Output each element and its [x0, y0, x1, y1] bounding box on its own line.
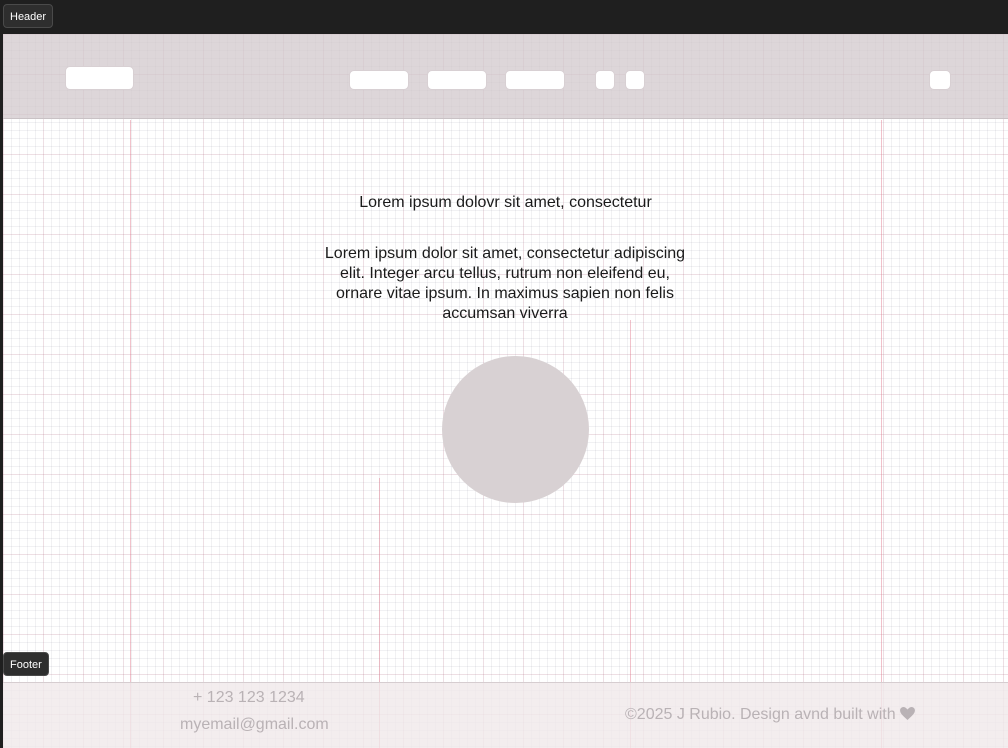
grid-column-line — [881, 120, 882, 748]
footer-section-label: Footer — [3, 652, 49, 676]
copyright-text: ©2025 J Rubio. Design avnd built with — [625, 706, 896, 723]
footer-copyright: ©2025 J Rubio. Design avnd built with — [625, 706, 915, 725]
header-section-label: Header — [3, 4, 54, 28]
grid-column-line — [130, 120, 131, 748]
heart-icon — [900, 707, 915, 725]
hero-title: Lorem ipsum dolovr sit amet, consectetur — [359, 194, 652, 211]
footer-email[interactable]: myemail@gmail.com — [180, 716, 329, 734]
footer-phone[interactable]: + 123 123 1234 — [193, 689, 305, 707]
social-icon-button[interactable] — [595, 70, 615, 90]
nav-link-1[interactable] — [349, 70, 409, 90]
site-footer: + 123 123 1234 myemail@gmail.com ©2025 J… — [3, 682, 1008, 748]
nav-link-3[interactable] — [505, 70, 565, 90]
social-icon-button[interactable] — [625, 70, 645, 90]
site-header — [3, 34, 1008, 119]
hero-paragraph: Lorem ipsum dolor sit amet, consectetur … — [324, 245, 686, 322]
logo-placeholder[interactable] — [65, 66, 134, 90]
avatar-placeholder — [442, 356, 589, 503]
page-canvas: Lorem ipsum dolovr sit amet, consectetur… — [3, 34, 1008, 748]
nav-link-2[interactable] — [427, 70, 487, 90]
menu-button[interactable] — [929, 70, 951, 90]
